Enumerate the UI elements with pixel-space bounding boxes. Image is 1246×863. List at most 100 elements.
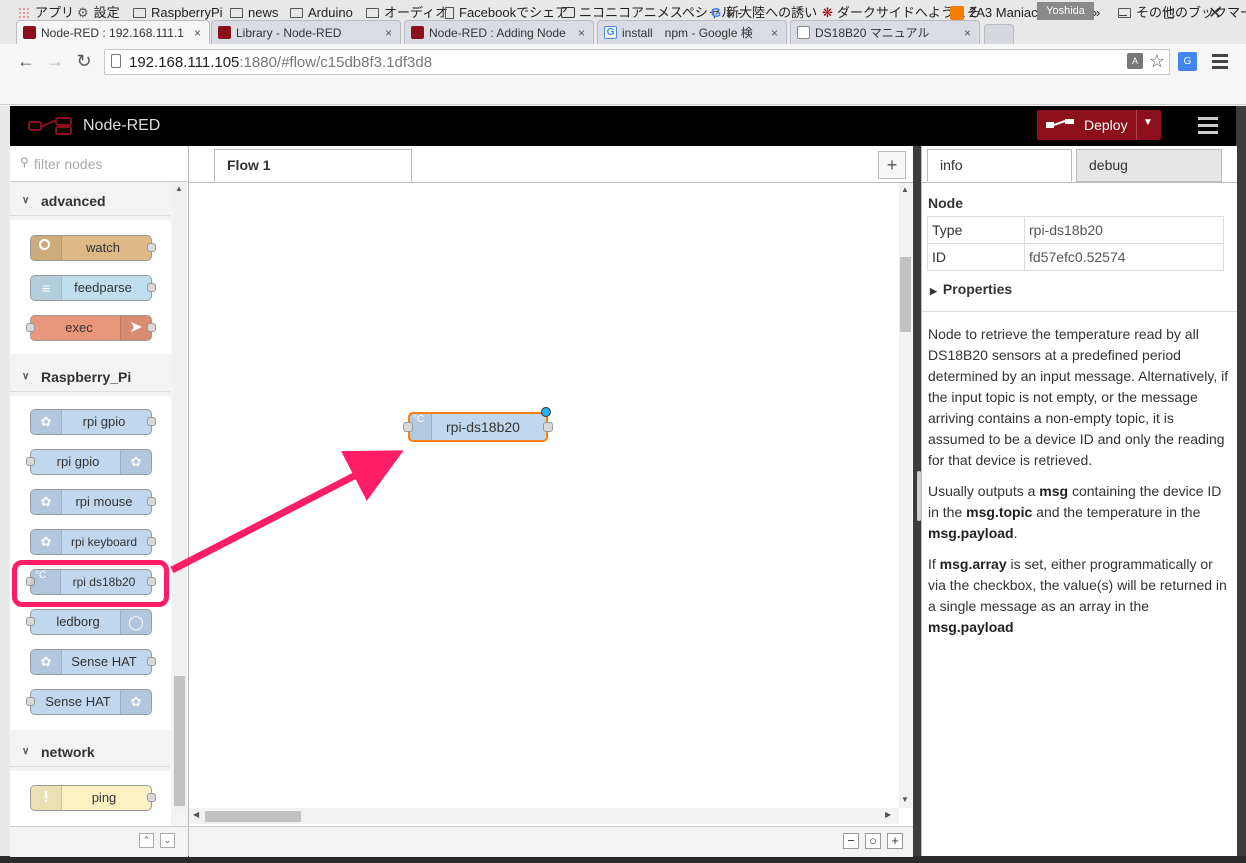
node-palette: ⚲ filter nodes ∨ advanced watch ≡ feedpars… bbox=[10, 146, 189, 857]
reload-icon[interactable]: ↻ bbox=[73, 50, 95, 72]
zoom-reset-button[interactable]: ○ bbox=[865, 833, 881, 849]
bookmark-news[interactable]: news bbox=[230, 4, 278, 22]
tab-info[interactable]: info bbox=[927, 149, 1072, 182]
tab-debug[interactable]: debug bbox=[1076, 149, 1222, 182]
palette-node-rpi-keyboard[interactable]: ✿ rpi keyboard bbox=[30, 529, 156, 555]
bookmark-arduino[interactable]: Arduino bbox=[290, 4, 353, 22]
palette-node-ping[interactable]: ! ping bbox=[30, 785, 156, 811]
workspace-vertical-scrollbar[interactable]: ▲ ▼ bbox=[899, 183, 912, 808]
workspace-tabs: Flow 1 + bbox=[189, 146, 913, 183]
workspace-horizontal-scrollbar[interactable]: ◀ ▶ bbox=[189, 808, 899, 824]
bookmark-2a3-maniac[interactable]: 2A3 Maniac bbox=[950, 4, 1038, 22]
main-menu-icon[interactable] bbox=[1198, 116, 1218, 136]
folder-icon bbox=[366, 8, 379, 18]
table-row: Type rpi-ds18b20 bbox=[927, 216, 1224, 244]
url-host: 192.168.111.105 bbox=[129, 54, 240, 71]
flow-node-rpi-ds18b20[interactable]: °C rpi-ds18b20 bbox=[403, 407, 553, 442]
document-icon bbox=[445, 7, 454, 19]
tab-close-icon[interactable]: × bbox=[578, 21, 585, 44]
new-tab-button[interactable] bbox=[984, 24, 1014, 44]
tab-close-icon[interactable]: × bbox=[964, 21, 971, 44]
palette-scroll-thumb[interactable] bbox=[174, 676, 185, 806]
node-output-port[interactable] bbox=[543, 422, 553, 432]
browser-tab-google[interactable]: G install npm - Google 検 × bbox=[597, 20, 787, 44]
bookmarks-overflow-icon[interactable]: » bbox=[1093, 4, 1100, 22]
tab-close-icon[interactable]: × bbox=[194, 21, 201, 44]
table-row: ID fd57efc0.52574 bbox=[927, 243, 1224, 271]
palette-category-network[interactable]: ∨ network bbox=[10, 737, 170, 767]
flow-workspace[interactable]: Flow 1 + °C rpi-ds18b20 ▲ ▼ ◀ ▶ − ○ + bbox=[189, 146, 913, 857]
page-info-icon[interactable] bbox=[111, 54, 121, 68]
bookmark-other[interactable]: その他のブックマーク bbox=[1118, 4, 1246, 22]
palette-node-rpi-gpio-out[interactable]: rpi gpio ✿ bbox=[26, 449, 152, 475]
bookmark-star-icon[interactable]: ☆ bbox=[1149, 51, 1165, 72]
desktop-background bbox=[0, 856, 1246, 863]
google-favicon-icon: G bbox=[604, 26, 617, 39]
bookmark-settings[interactable]: ⚙ 設定 bbox=[77, 4, 120, 22]
folder-icon bbox=[1118, 8, 1131, 18]
properties-toggle[interactable]: ▶ Properties bbox=[930, 281, 1012, 297]
caret-right-icon: ▶ bbox=[930, 286, 937, 296]
zoom-in-button[interactable]: + bbox=[887, 833, 903, 849]
translate-extension-icon[interactable]: G bbox=[1178, 52, 1197, 71]
chrome-menu-icon[interactable] bbox=[1212, 52, 1228, 70]
palette-node-sense-hat-out[interactable]: Sense HAT ✿ bbox=[26, 689, 152, 715]
nodered-logo-icon bbox=[28, 117, 72, 135]
vertical-scroll-thumb[interactable] bbox=[900, 257, 911, 332]
nodered-header: Node-RED Deploy ▼ bbox=[10, 106, 1236, 146]
back-icon[interactable]: ← bbox=[15, 50, 37, 72]
user-badge[interactable]: Yoshida bbox=[1037, 2, 1094, 20]
nodered-favicon-icon bbox=[23, 26, 36, 39]
node-help-text: Node to retrieve the temperature read by… bbox=[928, 326, 1229, 635]
nodered-favicon-icon bbox=[218, 26, 231, 39]
tab-close-icon[interactable]: × bbox=[385, 21, 392, 44]
palette-category-advanced[interactable]: ∨ advanced bbox=[10, 186, 170, 216]
filter-placeholder: filter nodes bbox=[34, 156, 103, 172]
app-title: Node-RED bbox=[83, 117, 161, 134]
deploy-button[interactable]: Deploy ▼ bbox=[1037, 110, 1161, 140]
palette-node-exec[interactable]: exec ➤ bbox=[26, 315, 156, 341]
add-flow-button[interactable]: + bbox=[878, 151, 906, 179]
palette-category-raspberry-pi[interactable]: ∨ Raspberry_Pi bbox=[10, 362, 170, 392]
filter-nodes-input[interactable]: ⚲ filter nodes bbox=[10, 146, 188, 182]
expand-all-icon[interactable]: ⌄ bbox=[160, 833, 175, 848]
light-bulb-icon: ◯ bbox=[120, 610, 151, 634]
palette-node-rpi-mouse[interactable]: ✿ rpi mouse bbox=[30, 489, 156, 515]
palette-node-rpi-gpio-in[interactable]: ✿ rpi gpio bbox=[30, 409, 156, 435]
bookmark-facebook-share[interactable]: Facebookでシェア bbox=[445, 4, 568, 22]
caret-down-icon[interactable]: ▼ bbox=[1143, 117, 1153, 128]
bookmark-apps[interactable]: アプリ bbox=[18, 4, 74, 22]
bookmark-raspberrypi[interactable]: RaspberryPi bbox=[133, 4, 223, 22]
raspberry-icon: ✿ bbox=[120, 450, 151, 474]
document-favicon-icon bbox=[797, 26, 810, 39]
browser-tab-library[interactable]: Library - Node-RED × bbox=[211, 20, 401, 44]
address-bar[interactable]: 192.168.111.105:1880/#flow/c15db8f3.1df3… bbox=[104, 49, 1170, 75]
flow-node-label: rpi-ds18b20 bbox=[446, 419, 520, 435]
translate-icon[interactable]: A bbox=[1127, 53, 1143, 69]
thermometer-icon: °C bbox=[410, 414, 432, 440]
deploy-label: Deploy bbox=[1084, 117, 1128, 133]
tab-flow-1[interactable]: Flow 1 bbox=[214, 149, 412, 182]
browser-tab-ds18b20[interactable]: DS18B20 マニュアル × bbox=[790, 20, 980, 44]
chevron-down-icon: ∨ bbox=[22, 371, 30, 382]
palette-node-ledborg[interactable]: ledborg ◯ bbox=[26, 609, 152, 635]
palette-node-watch[interactable]: watch bbox=[30, 235, 156, 261]
chevron-down-icon: ∨ bbox=[22, 195, 30, 206]
collapse-all-icon[interactable]: ⌃ bbox=[139, 833, 154, 848]
palette-node-feedparse[interactable]: ≡ feedparse bbox=[30, 275, 156, 301]
browser-tab-nodered[interactable]: Node-RED : 192.168.111.1 × bbox=[16, 20, 210, 44]
tab-close-icon[interactable]: × bbox=[771, 21, 778, 44]
browser-tab-adding-nodes[interactable]: Node-RED : Adding Node × bbox=[404, 20, 594, 44]
forward-icon[interactable]: → bbox=[44, 50, 66, 72]
sidebar-resize-handle[interactable] bbox=[917, 471, 921, 521]
palette-scrollbar[interactable]: ▲ bbox=[173, 182, 186, 812]
sidebar: info debug Node Type rpi-ds18b20 ID fd57ef… bbox=[917, 146, 1237, 856]
node-input-port[interactable] bbox=[403, 422, 413, 432]
palette-node-sense-hat-in[interactable]: ✿ Sense HAT bbox=[30, 649, 156, 675]
zoom-out-button[interactable]: − bbox=[843, 833, 859, 849]
blogger-icon bbox=[950, 6, 964, 20]
bookmark-new-continent[interactable]: G 新大陸への誘い bbox=[711, 4, 817, 22]
gear-icon: ⚙ bbox=[77, 5, 89, 20]
bookmark-audio[interactable]: オーディオ bbox=[366, 4, 448, 22]
horizontal-scroll-thumb[interactable] bbox=[205, 811, 301, 822]
